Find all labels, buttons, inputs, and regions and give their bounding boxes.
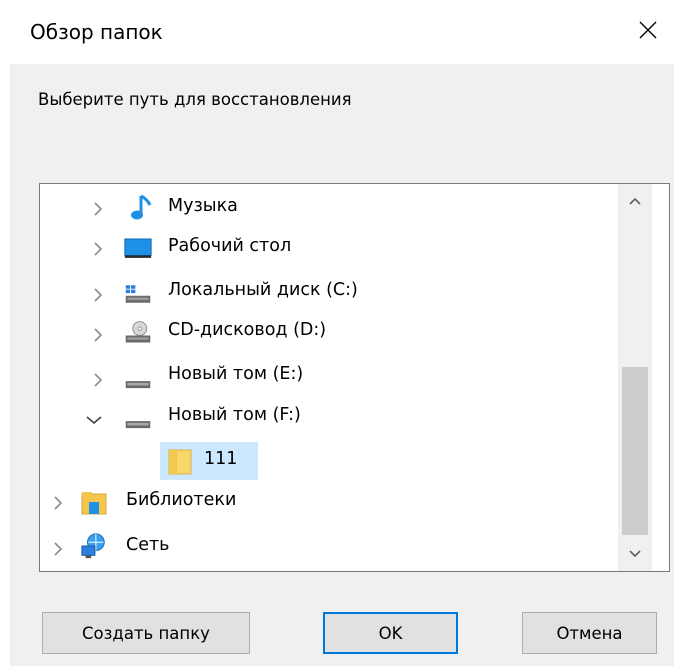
tree-item-label[interactable]: Музыка — [168, 196, 238, 216]
local-disk-icon — [124, 280, 152, 308]
expand-chevron-icon[interactable] — [90, 327, 106, 343]
instruction-text: Выберите путь для восстановления — [38, 90, 352, 109]
ok-button[interactable]: OK — [323, 612, 458, 654]
chevron-down-icon — [629, 550, 641, 558]
network-icon — [80, 532, 108, 560]
folder-tree[interactable]: Музыка Рабочий стол Локальный диск (C:) — [39, 183, 670, 572]
scrollbar-thumb[interactable] — [622, 367, 648, 535]
new-folder-button[interactable]: Создать папку — [42, 612, 250, 654]
tree-item-label[interactable]: Библиотеки — [126, 490, 236, 510]
desktop-icon — [124, 234, 152, 262]
expand-chevron-icon[interactable] — [50, 495, 66, 511]
close-button[interactable] — [628, 10, 668, 50]
cd-drive-icon — [124, 318, 152, 346]
tree-item-label[interactable]: Новый том (E:) — [168, 364, 303, 384]
expand-chevron-icon[interactable] — [50, 541, 66, 557]
close-icon — [639, 21, 657, 39]
expand-chevron-icon[interactable] — [90, 372, 106, 388]
tree-item-label[interactable]: 111 — [204, 449, 237, 469]
vertical-scrollbar[interactable] — [618, 184, 652, 571]
tree-item-label[interactable]: CD-дисковод (D:) — [168, 320, 326, 340]
title-bar: Обзор папок — [0, 0, 674, 64]
drive-icon — [124, 408, 152, 436]
libraries-icon — [80, 489, 108, 517]
scroll-up-button[interactable] — [618, 184, 652, 218]
collapse-chevron-icon[interactable] — [86, 412, 102, 428]
scroll-down-button[interactable] — [618, 537, 652, 571]
tree-item-label[interactable]: Локальный диск (C:) — [168, 280, 358, 300]
tree-item-label[interactable]: Рабочий стол — [168, 236, 291, 256]
drive-icon — [124, 368, 152, 396]
expand-chevron-icon[interactable] — [90, 201, 106, 217]
cancel-button[interactable]: Отмена — [522, 612, 657, 654]
folder-icon — [166, 447, 194, 475]
chevron-up-icon — [629, 197, 641, 205]
tree-item-label[interactable]: Сеть — [126, 535, 170, 555]
expand-chevron-icon[interactable] — [90, 241, 106, 257]
expand-chevron-icon[interactable] — [90, 287, 106, 303]
dialog-title: Обзор папок — [30, 20, 163, 44]
music-note-icon — [128, 194, 156, 222]
tree-item-label[interactable]: Новый том (F:) — [168, 405, 301, 425]
